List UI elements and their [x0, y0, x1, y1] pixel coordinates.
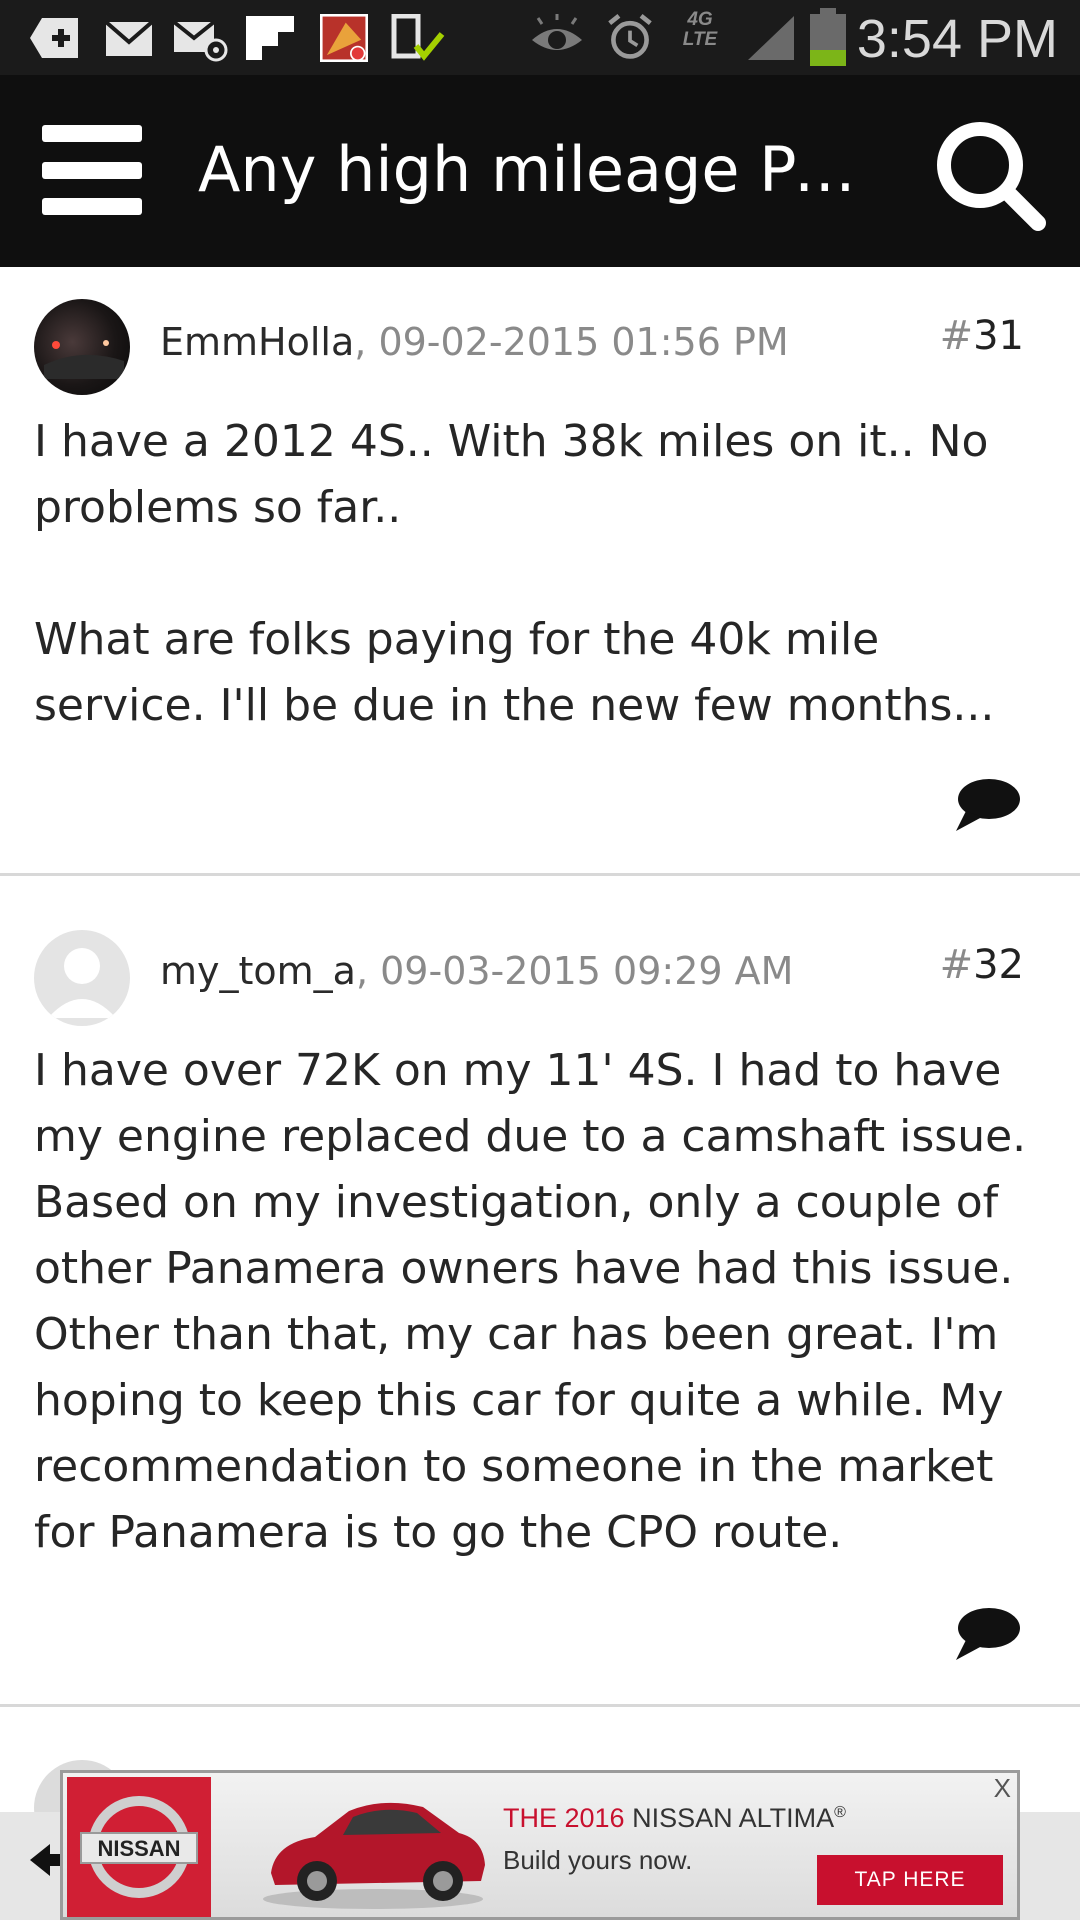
- car-photo-avatar[interactable]: [34, 299, 130, 395]
- post-meta: my_tom_a, 09-03-2015 09:29 AM: [160, 946, 793, 996]
- tap-here-button[interactable]: TAP HERE: [817, 1855, 1003, 1905]
- ad-subline: Build yours now.: [503, 1845, 693, 1875]
- flipboard-icon: [246, 16, 294, 60]
- ad-banner[interactable]: NISSAN THE 2016 NISSAN ALTIMA® Build you…: [60, 1770, 1020, 1920]
- reply-bubble-icon[interactable]: [954, 775, 1020, 833]
- search-icon[interactable]: [930, 115, 1050, 235]
- post-number[interactable]: #32: [940, 940, 1024, 990]
- mail-icon: [104, 20, 154, 56]
- post-32: my_tom_a, 09-03-2015 09:29 AM #32 I have…: [0, 876, 1080, 1707]
- post-paragraph: What are folks paying for the 40k mile s…: [34, 614, 995, 731]
- post-31: EmmHolla, 09-02-2015 01:56 PM #31 I have…: [0, 267, 1080, 876]
- status-bar: 4G LTE 3:54 PM: [0, 0, 1080, 75]
- ad-close-button[interactable]: X: [994, 1773, 1011, 1804]
- ad-headline: THE 2016 NISSAN ALTIMA®: [503, 1803, 846, 1833]
- eye-icon: [532, 14, 582, 50]
- post-body: I have a 2012 4S.. With 38k miles on it.…: [34, 409, 1044, 739]
- post-date: , 09-03-2015 09:29 AM: [355, 949, 794, 993]
- battery-icon: [810, 8, 846, 66]
- default-user-avatar[interactable]: [34, 930, 130, 1026]
- email-at-icon: [172, 20, 228, 62]
- thread-title: Any high mileage Pan…: [198, 133, 888, 206]
- app-bar: Any high mileage Pan…: [0, 75, 1080, 267]
- post-number[interactable]: #31: [940, 311, 1024, 361]
- post-paragraph: I have over 72K on my 11' 4S. I had to h…: [34, 1045, 1027, 1558]
- car-image: [263, 1802, 485, 1909]
- signal-icon: [748, 16, 794, 60]
- ad-brand-text: NISSAN: [97, 1836, 180, 1861]
- nissan-logo: NISSAN: [67, 1777, 211, 1917]
- author-name[interactable]: my_tom_a: [160, 949, 356, 993]
- menu-icon[interactable]: [42, 125, 142, 215]
- network-4g-icon: 4G LTE: [682, 9, 718, 50]
- add-box-icon: [30, 18, 78, 58]
- post-paragraph: I have a 2012 4S.. With 38k miles on it.…: [34, 416, 989, 533]
- status-time: 3:54 PM: [856, 9, 1058, 69]
- download-check-icon: [391, 14, 445, 61]
- author-name[interactable]: EmmHolla: [160, 320, 354, 364]
- alarm-icon: [608, 14, 652, 59]
- post-date: , 09-02-2015 01:56 PM: [354, 320, 789, 364]
- reply-bubble-icon[interactable]: [954, 1604, 1020, 1662]
- game-notification-icon: [320, 14, 368, 62]
- post-meta: EmmHolla, 09-02-2015 01:56 PM: [160, 317, 789, 367]
- post-body: I have over 72K on my 11' 4S. I had to h…: [34, 1038, 1044, 1566]
